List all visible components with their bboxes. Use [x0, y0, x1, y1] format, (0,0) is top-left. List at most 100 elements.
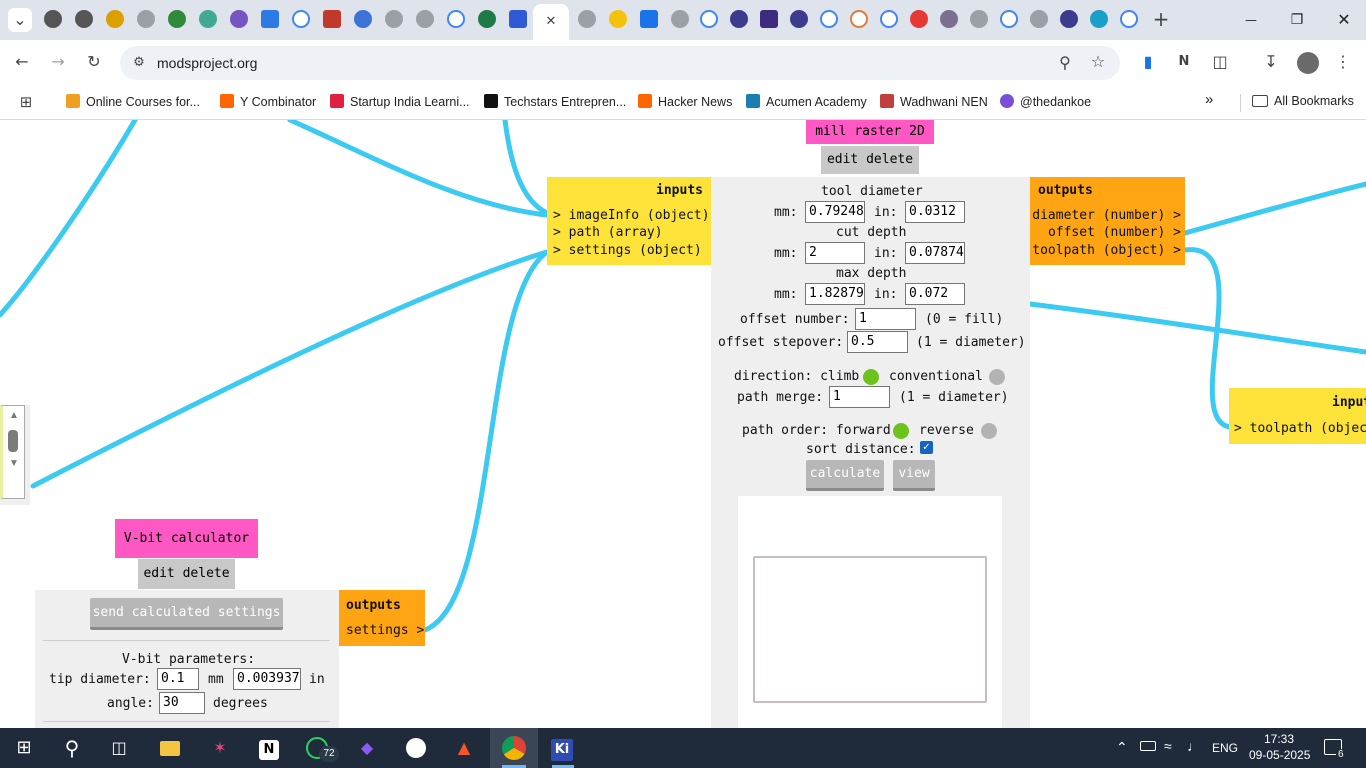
output-port-diameter[interactable]: diameter (number) >: [1032, 208, 1181, 223]
toolpath-preview[interactable]: [738, 496, 1002, 728]
input-port-settings[interactable]: > settings (object): [553, 243, 702, 258]
output-port-offset[interactable]: offset (number) >: [1048, 225, 1181, 240]
volume-icon[interactable]: ♩: [1187, 738, 1201, 754]
bookmark-star-icon[interactable]: ☆: [1087, 52, 1109, 72]
reload-icon[interactable]: ↻: [83, 52, 105, 72]
tool-diameter-mm-input[interactable]: 0.79248: [805, 201, 865, 223]
tab-favicon[interactable]: [609, 10, 627, 28]
bookmark-item[interactable]: Hacker News: [638, 94, 732, 109]
tab-favicon[interactable]: [168, 10, 186, 28]
tab-favicon[interactable]: [478, 10, 496, 28]
tab-favicon[interactable]: [671, 10, 689, 28]
input-port-toolpath[interactable]: > toolpath (object: [1234, 421, 1366, 436]
cut-depth-mm-input[interactable]: 2: [805, 242, 865, 264]
download-icon[interactable]: ↧: [1260, 52, 1282, 72]
notion-extension-icon[interactable]: N: [1173, 52, 1195, 72]
clock-time[interactable]: 17:33: [1264, 732, 1294, 746]
view-button[interactable]: view: [893, 460, 935, 491]
tab-favicon[interactable]: [385, 10, 403, 28]
tab-favicon[interactable]: [1060, 10, 1078, 28]
show-hidden-icons[interactable]: ⌃: [1116, 739, 1128, 756]
scroll-thumb[interactable]: [8, 430, 18, 452]
tab-favicon[interactable]: [75, 10, 93, 28]
bookmark-item[interactable]: Y Combinator: [220, 94, 316, 109]
tab-favicon[interactable]: [820, 10, 838, 28]
more-bookmarks-icon[interactable]: »: [1205, 91, 1213, 108]
wifi-icon[interactable]: ≈: [1164, 738, 1172, 754]
tab-favicon[interactable]: [790, 10, 808, 28]
tab-favicon[interactable]: [137, 10, 155, 28]
task-view-icon[interactable]: ◫: [107, 736, 131, 760]
battery-icon[interactable]: [1140, 741, 1156, 751]
edit-delete-button[interactable]: edit delete: [821, 146, 919, 174]
tab-favicon[interactable]: [447, 10, 465, 28]
tab-favicon[interactable]: [323, 10, 341, 28]
offset-number-input[interactable]: 1: [855, 308, 916, 330]
side-scrollbar[interactable]: ▲ ▼: [0, 405, 30, 505]
menu-kebab-icon[interactable]: ⋮: [1332, 52, 1354, 72]
tab-favicon[interactable]: [640, 10, 658, 28]
calculate-button[interactable]: calculate: [806, 460, 884, 491]
site-info-icon[interactable]: ⚙: [128, 53, 150, 73]
bookmark-item[interactable]: Techstars Entrepren...: [484, 94, 626, 109]
angle-input[interactable]: 30: [159, 692, 205, 714]
scroll-track[interactable]: ▲ ▼: [0, 405, 25, 499]
back-arrow-icon[interactable]: ←: [11, 52, 33, 72]
forward-arrow-icon[interactable]: →: [47, 52, 69, 72]
apps-grid-icon[interactable]: ⊞: [15, 92, 37, 112]
notion-icon[interactable]: N: [257, 736, 281, 760]
all-bookmarks-folder[interactable]: All Bookmarks: [1252, 94, 1354, 108]
climb-radio[interactable]: [863, 369, 879, 385]
conventional-radio[interactable]: [989, 369, 1005, 385]
app-icon[interactable]: ✶: [208, 736, 232, 760]
vbit-module-title[interactable]: V-bit calculator: [115, 519, 258, 558]
brave-icon[interactable]: ▲: [452, 736, 476, 760]
tab-favicon[interactable]: [700, 10, 718, 28]
tab-active[interactable]: ✕: [533, 4, 569, 40]
app-icon[interactable]: [404, 736, 428, 760]
tab-favicon[interactable]: [261, 10, 279, 28]
bookmark-item[interactable]: Startup India Learni...: [330, 94, 470, 109]
bookmark-item[interactable]: @thedankoe: [1000, 94, 1091, 109]
zoom-icon[interactable]: ⚲: [1054, 53, 1076, 73]
windows-start-icon[interactable]: ⊞: [12, 736, 36, 760]
obsidian-icon[interactable]: ◆: [355, 736, 379, 760]
tab-favicon[interactable]: [1120, 10, 1138, 28]
tab-favicon[interactable]: [509, 10, 527, 28]
tip-diameter-in-input[interactable]: 0.0039370: [233, 668, 301, 690]
tab-favicon[interactable]: [106, 10, 124, 28]
vbit-edit-delete-button[interactable]: edit delete: [138, 559, 235, 589]
tab-favicon[interactable]: [354, 10, 372, 28]
offset-stepover-input[interactable]: 0.5: [847, 331, 908, 353]
tab-favicon[interactable]: [940, 10, 958, 28]
tab-favicon[interactable]: [230, 10, 248, 28]
extension-icon[interactable]: ▮: [1137, 52, 1159, 72]
reverse-radio[interactable]: [981, 423, 997, 439]
tab-favicon[interactable]: [578, 10, 596, 28]
input-port-path[interactable]: > path (array): [553, 225, 663, 240]
tip-diameter-mm-input[interactable]: 0.1: [157, 668, 199, 690]
close-icon[interactable]: ✕: [540, 12, 562, 32]
taskbar-active-app[interactable]: [490, 728, 538, 768]
restore-icon[interactable]: ❐: [1282, 8, 1312, 32]
file-explorer-icon[interactable]: [158, 736, 182, 760]
tool-diameter-in-input[interactable]: 0.0312: [905, 201, 965, 223]
url-text[interactable]: modsproject.org: [157, 55, 257, 71]
clock-date[interactable]: 09-05-2025: [1249, 748, 1310, 762]
tab-favicon[interactable]: [416, 10, 434, 28]
scroll-down-icon[interactable]: ▼: [9, 458, 19, 469]
output-port-settings[interactable]: settings >: [346, 623, 424, 638]
search-icon[interactable]: ⚲: [60, 736, 84, 760]
scroll-up-icon[interactable]: ▲: [9, 410, 19, 421]
max-depth-in-input[interactable]: 0.072: [905, 283, 965, 305]
tab-search-dropdown-icon[interactable]: ⌄: [8, 8, 32, 32]
send-calculated-settings-button[interactable]: send calculated settings: [90, 598, 283, 630]
tab-favicon[interactable]: [850, 10, 868, 28]
tab-favicon[interactable]: [1030, 10, 1048, 28]
cut-depth-in-input[interactable]: 0.078740: [905, 242, 965, 264]
tab-favicon[interactable]: [44, 10, 62, 28]
minimize-icon[interactable]: —: [1236, 8, 1266, 32]
forward-radio[interactable]: [893, 423, 909, 439]
sort-distance-checkbox[interactable]: ✓: [920, 441, 933, 454]
bookmark-item[interactable]: Acumen Academy: [746, 94, 867, 109]
